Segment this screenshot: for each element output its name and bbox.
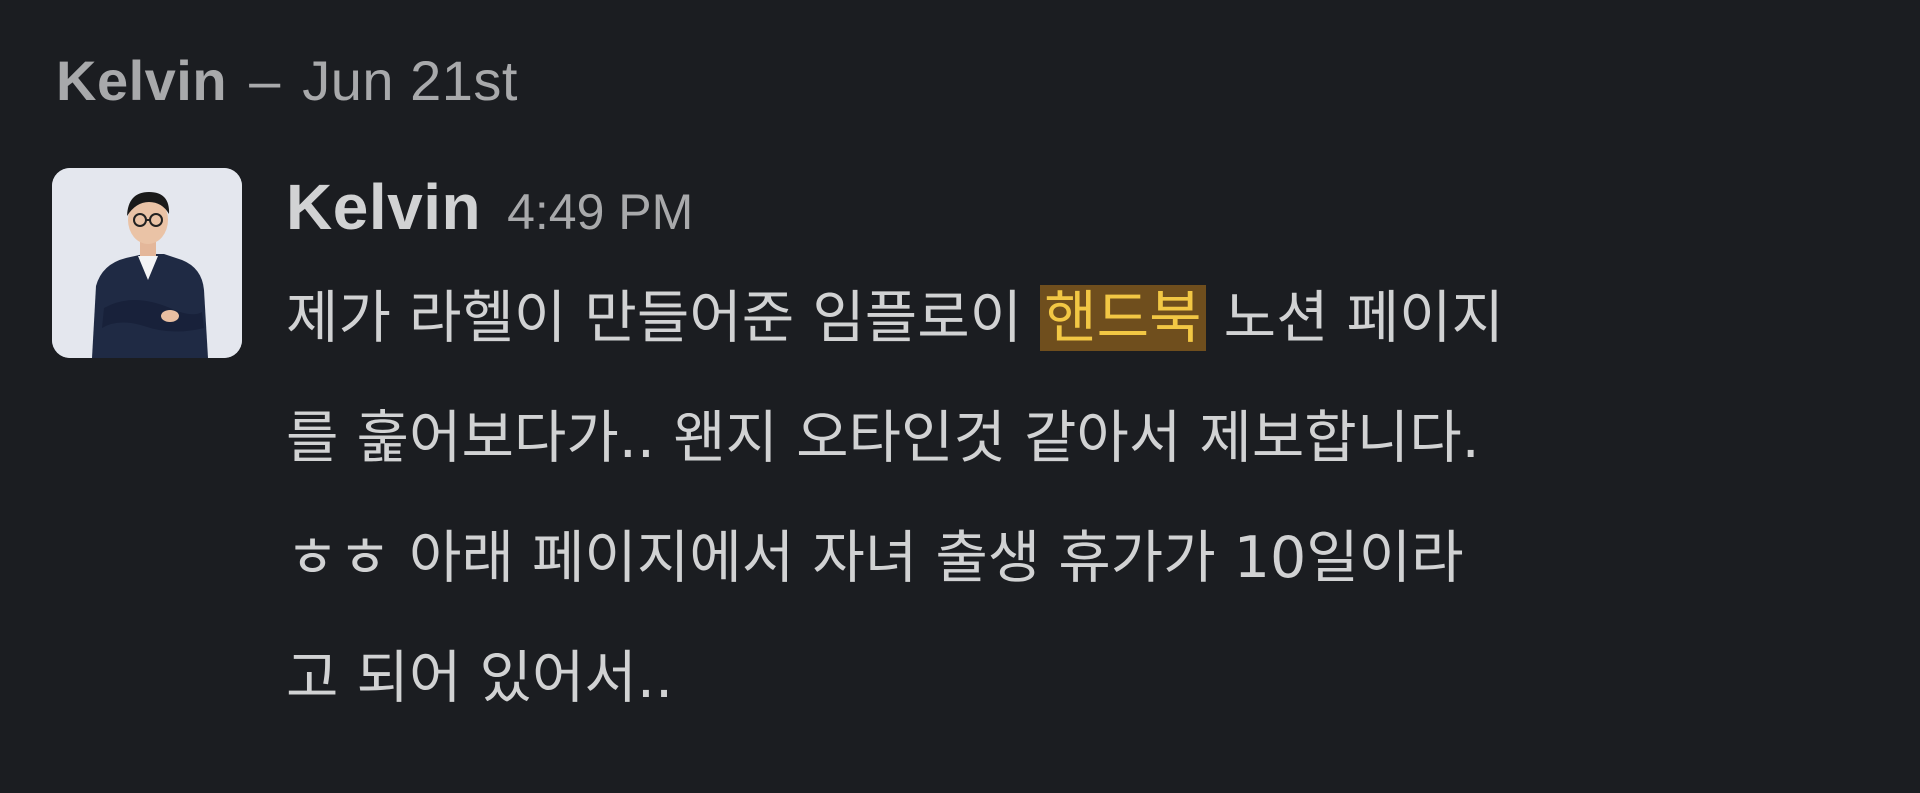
message-line: 고 되어 있어서..: [286, 645, 674, 711]
day-header-author[interactable]: Kelvin: [56, 48, 227, 113]
message-text: 노션 페이지: [1205, 285, 1504, 351]
message-text: 제가 라헬이 만들어준 임플로이: [286, 285, 1041, 351]
message-timestamp[interactable]: 4:49 PM: [507, 183, 693, 241]
message-line: ㅎㅎ 아래 페이지에서 자녀 출생 휴가가 10일이라: [286, 525, 1464, 591]
person-photo-avatar-icon: [52, 168, 242, 358]
message-author[interactable]: Kelvin: [286, 170, 481, 244]
day-header-date[interactable]: Jun 21st: [302, 48, 518, 113]
message-line: 를 훑어보다가.. 왠지 오타인것 같아서 제보합니다.: [286, 405, 1480, 471]
day-divider-header: Kelvin – Jun 21st: [56, 48, 518, 113]
avatar[interactable]: [52, 168, 242, 358]
message-body: 제가 라헬이 만들어준 임플로이 핸드북 노션 페이지 를 훑어보다가.. 왠지…: [286, 258, 1886, 738]
message: Kelvin 4:49 PM 제가 라헬이 만들어준 임플로이 핸드북 노션 페…: [286, 170, 1886, 738]
slack-message-frame: Kelvin – Jun 21st Kelvin 4:49 PM 제가 라헬이 …: [0, 0, 1920, 793]
message-header: Kelvin 4:49 PM: [286, 170, 1886, 256]
search-highlight: 핸드북: [1040, 285, 1206, 351]
message-line: 제가 라헬이 만들어준 임플로이 핸드북 노션 페이지: [286, 258, 1886, 378]
day-header-separator: –: [249, 49, 281, 112]
